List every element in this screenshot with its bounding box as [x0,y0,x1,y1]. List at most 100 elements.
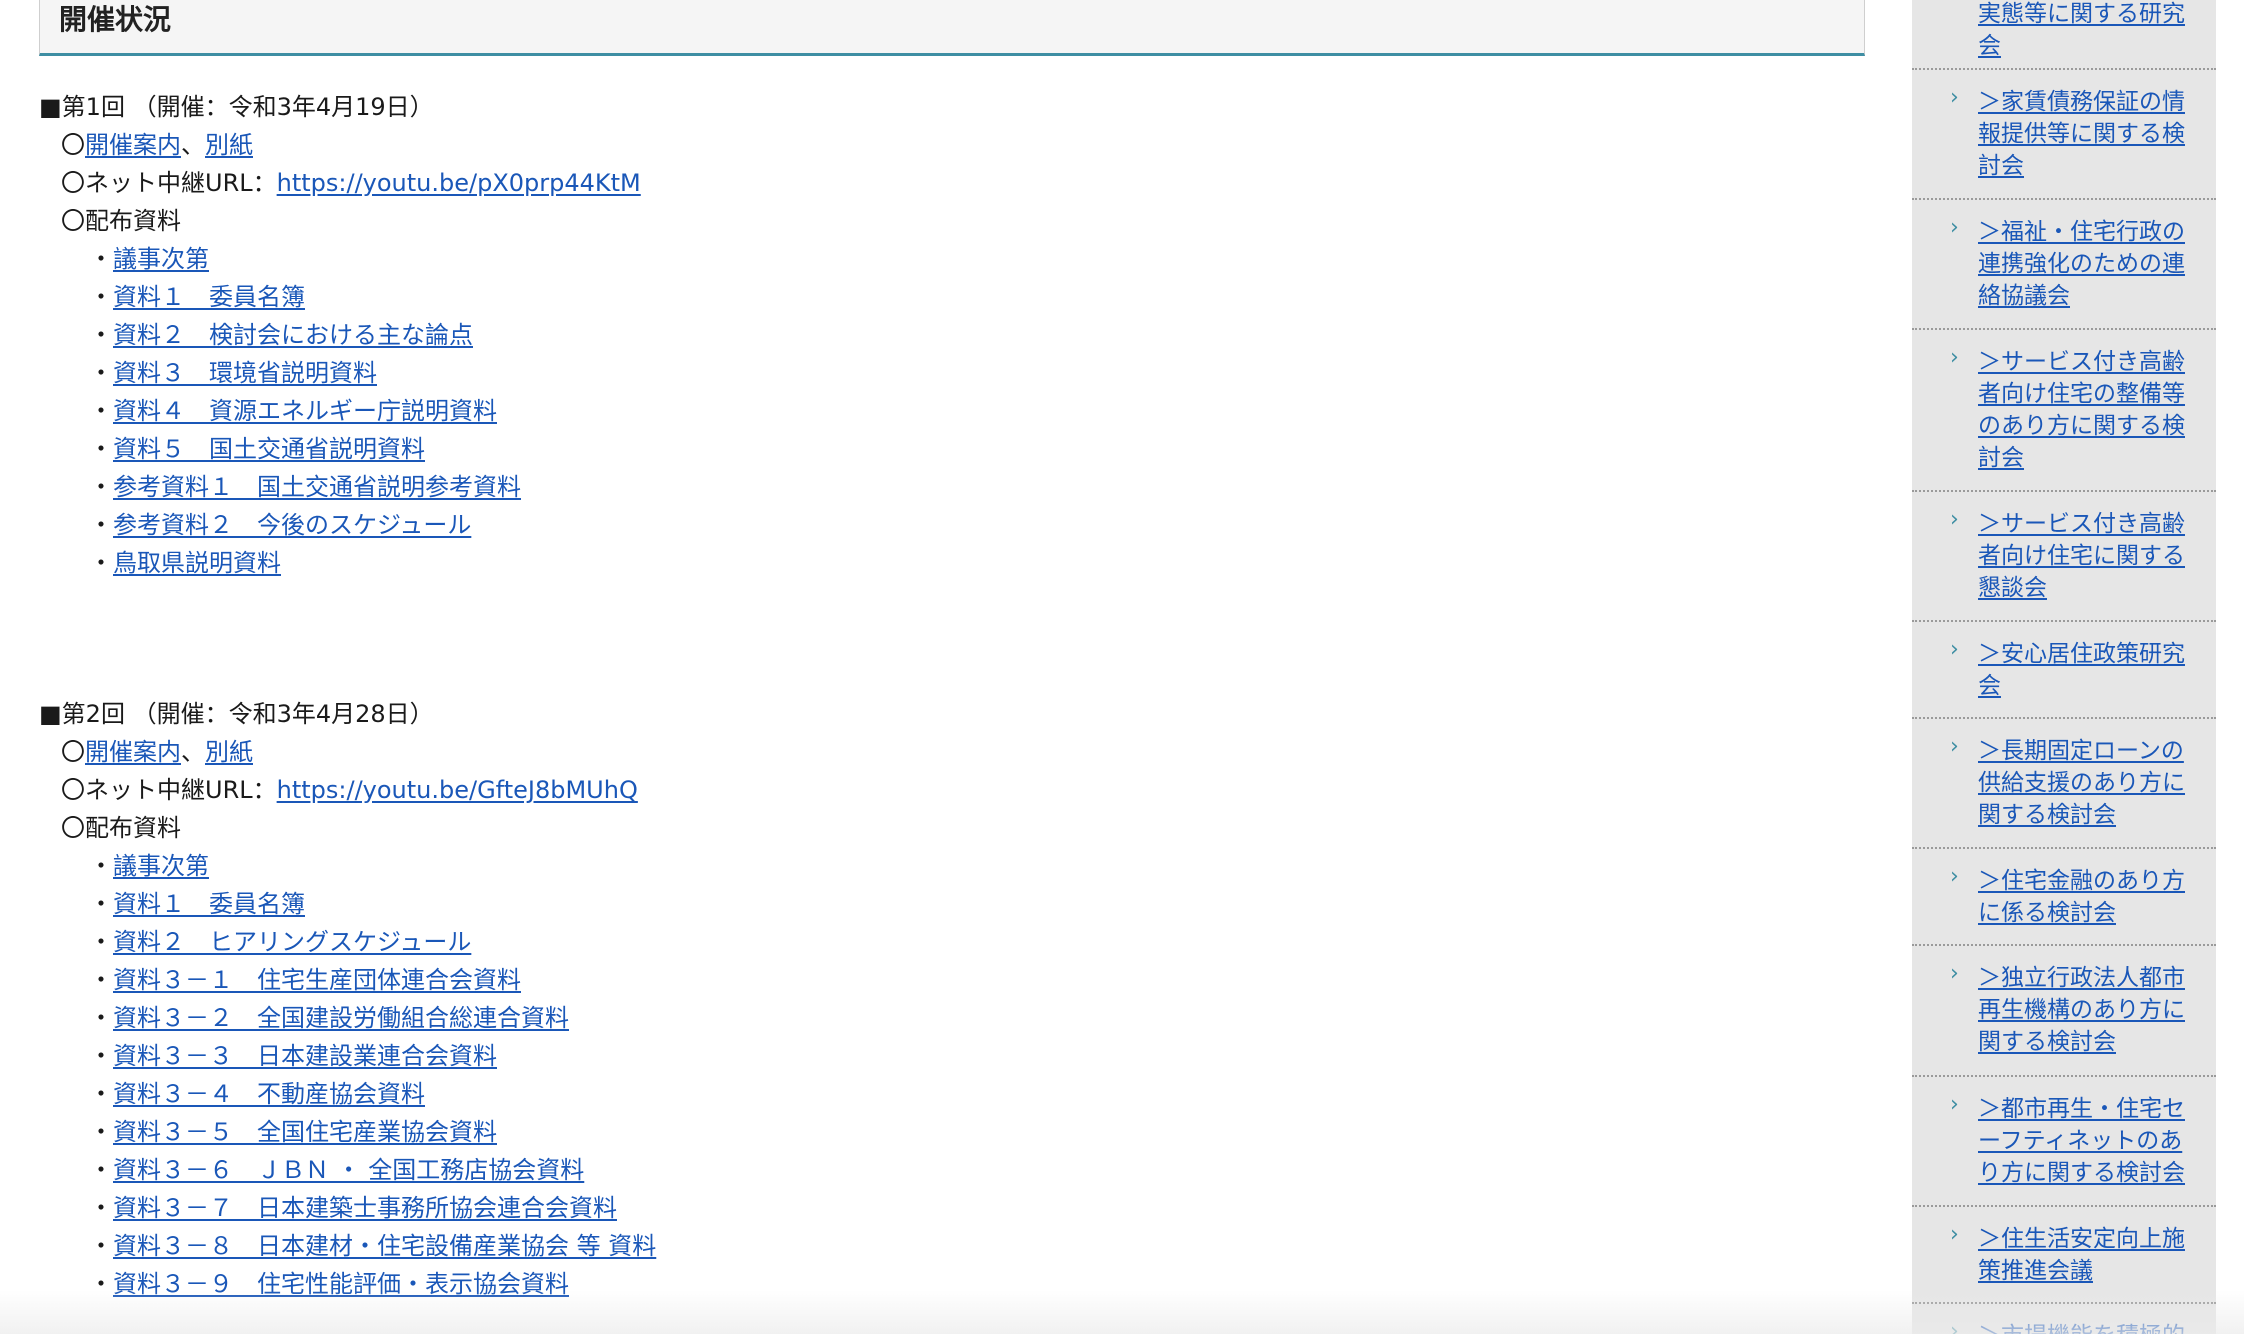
sidebar-item-label[interactable]: 実態等に関する研究会 [1978,0,2200,62]
material-link[interactable]: 資料３－６ ＪＢＮ ・ 全国工務店協会資料 [113,1156,584,1184]
material-item: ・資料１ 委員名簿 [89,885,305,923]
material-item: ・参考資料１ 国土交通省説明参考資料 [89,468,521,506]
chevron-right-icon: › [1950,1092,1959,1117]
bullet: ・ [89,283,113,311]
bullet: ・ [89,1156,113,1184]
material-link[interactable]: 資料５ 国土交通省説明資料 [113,435,425,463]
notice-line: 〇開催案内、別紙 [61,126,253,164]
material-link[interactable]: 資料１ 委員名簿 [113,890,305,918]
notice-link[interactable]: 開催案内 [85,738,181,766]
material-item: ・議事次第 [89,240,209,278]
bullet: ・ [89,435,113,463]
sidebar-item[interactable]: › ＞住生活安定向上施策推進会議 [1912,1207,2216,1304]
sidebar-item-label[interactable]: ＞サービス付き高齢者向け住宅に関する懇談会 [1978,508,2200,604]
bullet: ・ [89,966,113,994]
chevron-right-icon: › [1950,637,1959,662]
material-item: ・資料３－７ 日本建築士事務所協会連合会資料 [89,1189,617,1227]
bullet: ・ [89,245,113,273]
material-link[interactable]: 資料３－５ 全国住宅産業協会資料 [113,1118,497,1146]
chevron-right-icon: › [1950,85,1959,110]
sidebar-item[interactable]: › ＞都市再生・住宅セーフティネットのあり方に関する検討会 [1912,1077,2216,1207]
sidebar-item-label[interactable]: ＞長期固定ローンの供給支援のあり方に関する検討会 [1978,735,2200,831]
notice-line: 〇開催案内、別紙 [61,733,253,771]
material-link[interactable]: 資料３－７ 日本建築士事務所協会連合会資料 [113,1194,617,1222]
net-stream-line: 〇ネット中継URL：https://youtu.be/pX0prp44KtM [61,164,641,202]
material-item: ・資料３－９ 住宅性能評価・表示協会資料 [89,1265,569,1303]
bullet: ・ [89,852,113,880]
material-item: ・資料３－４ 不動産協会資料 [89,1075,425,1113]
material-link[interactable]: 鳥取県説明資料 [113,549,281,577]
material-item: ・資料１ 委員名簿 [89,278,305,316]
bullet: ・ [89,890,113,918]
bullet: ・ [89,1118,113,1146]
material-item: ・資料３－３ 日本建設業連合会資料 [89,1037,497,1075]
materials-label: 〇配布資料 [61,814,181,842]
net-stream-url[interactable]: https://youtu.be/pX0prp44KtM [277,169,641,197]
attachment-link[interactable]: 別紙 [205,131,253,159]
sidebar-item-label[interactable]: ＞独立行政法人都市再生機構のあり方に関する検討会 [1978,962,2200,1058]
section-title: 開催状況 [59,3,172,36]
material-item: ・資料３－１ 住宅生産団体連合会資料 [89,961,521,999]
sidebar-item[interactable]: 実態等に関する研究会 [1912,0,2216,70]
sidebar-item[interactable]: › ＞家賃債務保証の情報提供等に関する検討会 [1912,70,2216,200]
bullet: ・ [89,1232,113,1260]
bullet: ・ [89,1194,113,1222]
bullet: ・ [89,1042,113,1070]
bullet: ・ [89,1080,113,1108]
bullet: ・ [89,511,113,539]
material-link[interactable]: 資料３ 環境省説明資料 [113,359,377,387]
material-item: ・資料３－５ 全国住宅産業協会資料 [89,1113,497,1151]
material-item: ・議事次第 [89,847,209,885]
material-link[interactable]: 資料３－２ 全国建設労働組合総連合資料 [113,1004,569,1032]
attachment-link[interactable]: 別紙 [205,738,253,766]
material-link[interactable]: 議事次第 [113,852,209,880]
sidebar-item-label[interactable]: ＞都市再生・住宅セーフティネットのあり方に関する検討会 [1978,1093,2200,1189]
separator: 、 [181,131,205,159]
sidebar-item-label[interactable]: ＞福祉・住宅行政の連携強化のための連絡協議会 [1978,216,2200,312]
material-link[interactable]: 資料３－８ 日本建材・住宅設備産業協会 等 資料 [113,1232,656,1260]
material-item: ・資料３－２ 全国建設労働組合総連合資料 [89,999,569,1037]
sidebar-item[interactable]: › ＞サービス付き高齢者向け住宅の整備等のあり方に関する検討会 [1912,330,2216,492]
sidebar-item[interactable]: › ＞市場機能を積極的 [1912,1304,2216,1334]
bullet: ・ [89,359,113,387]
sidebar-item-label[interactable]: ＞住生活安定向上施策推進会議 [1978,1223,2200,1287]
chevron-right-icon: › [1950,1222,1959,1247]
sidebar-item-label[interactable]: ＞住宅金融のあり方に係る検討会 [1978,865,2200,929]
sidebar-item-label[interactable]: ＞家賃債務保証の情報提供等に関する検討会 [1978,86,2200,182]
net-stream-label: 〇ネット中継URL： [61,169,277,197]
sidebar-item[interactable]: › ＞福祉・住宅行政の連携強化のための連絡協議会 [1912,200,2216,330]
net-stream-url[interactable]: https://youtu.be/GfteJ8bMUhQ [277,776,638,804]
sidebar-item[interactable]: › ＞住宅金融のあり方に係る検討会 [1912,849,2216,946]
sidebar-item-label[interactable]: ＞サービス付き高齢者向け住宅の整備等のあり方に関する検討会 [1978,346,2200,474]
material-item: ・資料３ 環境省説明資料 [89,354,377,392]
sidebar-item-label[interactable]: ＞安心居住政策研究会 [1978,638,2200,702]
sidebar-item[interactable]: › ＞独立行政法人都市再生機構のあり方に関する検討会 [1912,946,2216,1077]
bullet: ・ [89,1270,113,1298]
circle-marker: 〇 [61,738,85,766]
material-link[interactable]: 資料２ 検討会における主な論点 [113,321,473,349]
bullet: ・ [89,549,113,577]
material-item: ・資料４ 資源エネルギー庁説明資料 [89,392,497,430]
material-link[interactable]: 資料３－１ 住宅生産団体連合会資料 [113,966,521,994]
material-link[interactable]: 資料３－４ 不動産協会資料 [113,1080,425,1108]
sidebar-item[interactable]: › ＞安心居住政策研究会 [1912,622,2216,719]
material-item: ・鳥取県説明資料 [89,544,281,582]
material-link[interactable]: 資料３－３ 日本建設業連合会資料 [113,1042,497,1070]
material-item: ・資料５ 国土交通省説明資料 [89,430,425,468]
material-link[interactable]: 議事次第 [113,245,209,273]
sidebar-item-label[interactable]: ＞市場機能を積極的 [1978,1320,2200,1334]
chevron-right-icon: › [1950,345,1959,370]
material-link[interactable]: 資料３－９ 住宅性能評価・表示協会資料 [113,1270,569,1298]
material-link[interactable]: 資料１ 委員名簿 [113,283,305,311]
meeting-heading: ■第1回 （開催：令和3年4月19日） [39,93,434,121]
sidebar-item[interactable]: › ＞長期固定ローンの供給支援のあり方に関する検討会 [1912,719,2216,849]
material-link[interactable]: 資料２ ヒアリングスケジュール [113,928,471,956]
chevron-right-icon: › [1950,961,1959,986]
meeting-heading: ■第2回 （開催：令和3年4月28日） [39,700,434,728]
notice-link[interactable]: 開催案内 [85,131,181,159]
material-link[interactable]: 参考資料１ 国土交通省説明参考資料 [113,473,521,501]
sidebar-item[interactable]: › ＞サービス付き高齢者向け住宅に関する懇談会 [1912,492,2216,622]
chevron-right-icon: › [1950,215,1959,240]
material-link[interactable]: 資料４ 資源エネルギー庁説明資料 [113,397,497,425]
material-link[interactable]: 参考資料２ 今後のスケジュール [113,511,471,539]
